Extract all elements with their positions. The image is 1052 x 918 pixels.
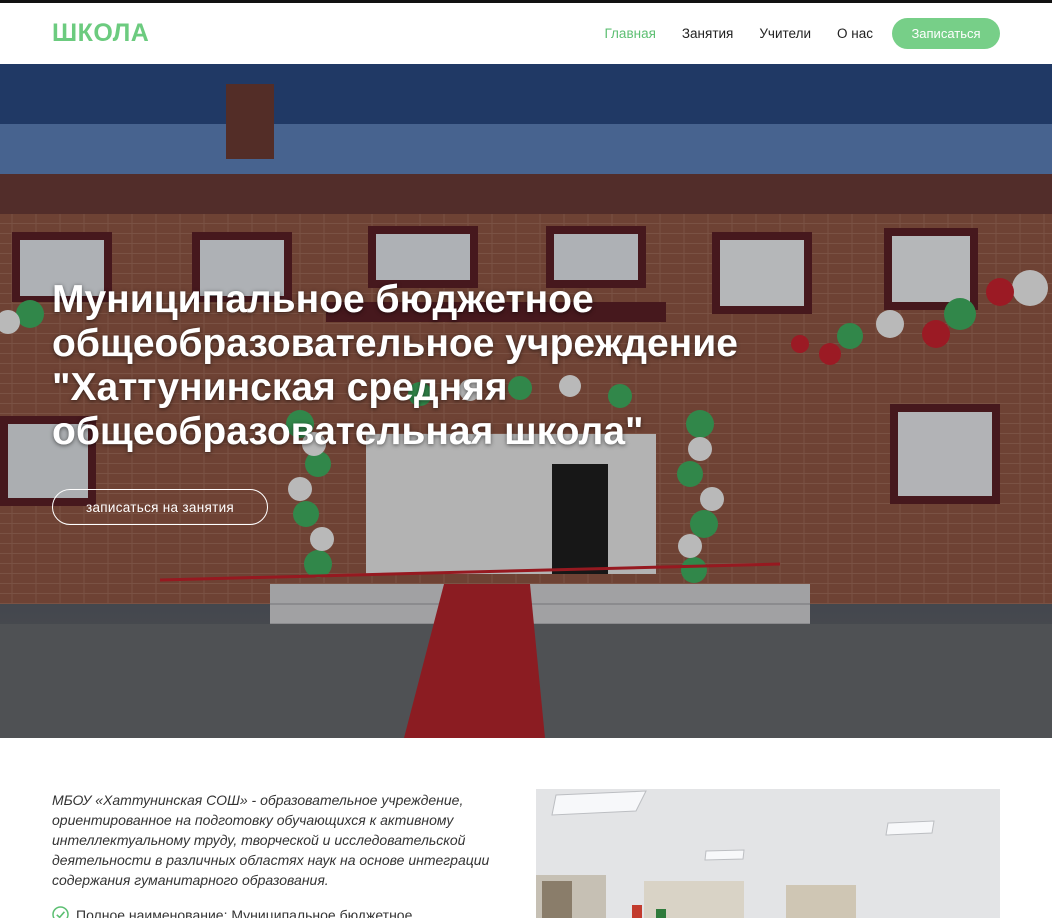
hero-title: Муниципальное бюджетное общеобразователь… (52, 278, 738, 453)
site-logo[interactable]: ШКОЛА (52, 19, 149, 48)
check-circle-icon (52, 906, 69, 918)
classroom-photo (536, 789, 1000, 918)
navbar: ШКОЛА Главная Занятия Учители О нас Запи… (0, 3, 1052, 64)
main-menu: Главная Занятия Учители О нас Записаться (579, 18, 1000, 49)
info-list-text: Полное наименование: Муниципальное бюдже… (76, 907, 413, 918)
nav-link-home[interactable]: Главная (605, 26, 656, 41)
about-section: МБОУ «Хаттунинская СОШ» - образовательно… (0, 738, 1052, 918)
nav-link-classes[interactable]: Занятия (682, 26, 733, 41)
nav-link-teachers[interactable]: Учители (759, 26, 811, 41)
info-list-item: Полное наименование: Муниципальное бюдже… (52, 906, 502, 918)
signup-button[interactable]: Записаться (892, 18, 1000, 49)
nav-link-about[interactable]: О нас (837, 26, 873, 41)
hero-section: Муниципальное бюджетное общеобразователь… (0, 64, 1052, 738)
about-description: МБОУ «Хаттунинская СОШ» - образовательно… (52, 792, 490, 888)
classroom-photo-art (536, 789, 1000, 918)
enroll-classes-button[interactable]: записаться на занятия (52, 489, 268, 525)
